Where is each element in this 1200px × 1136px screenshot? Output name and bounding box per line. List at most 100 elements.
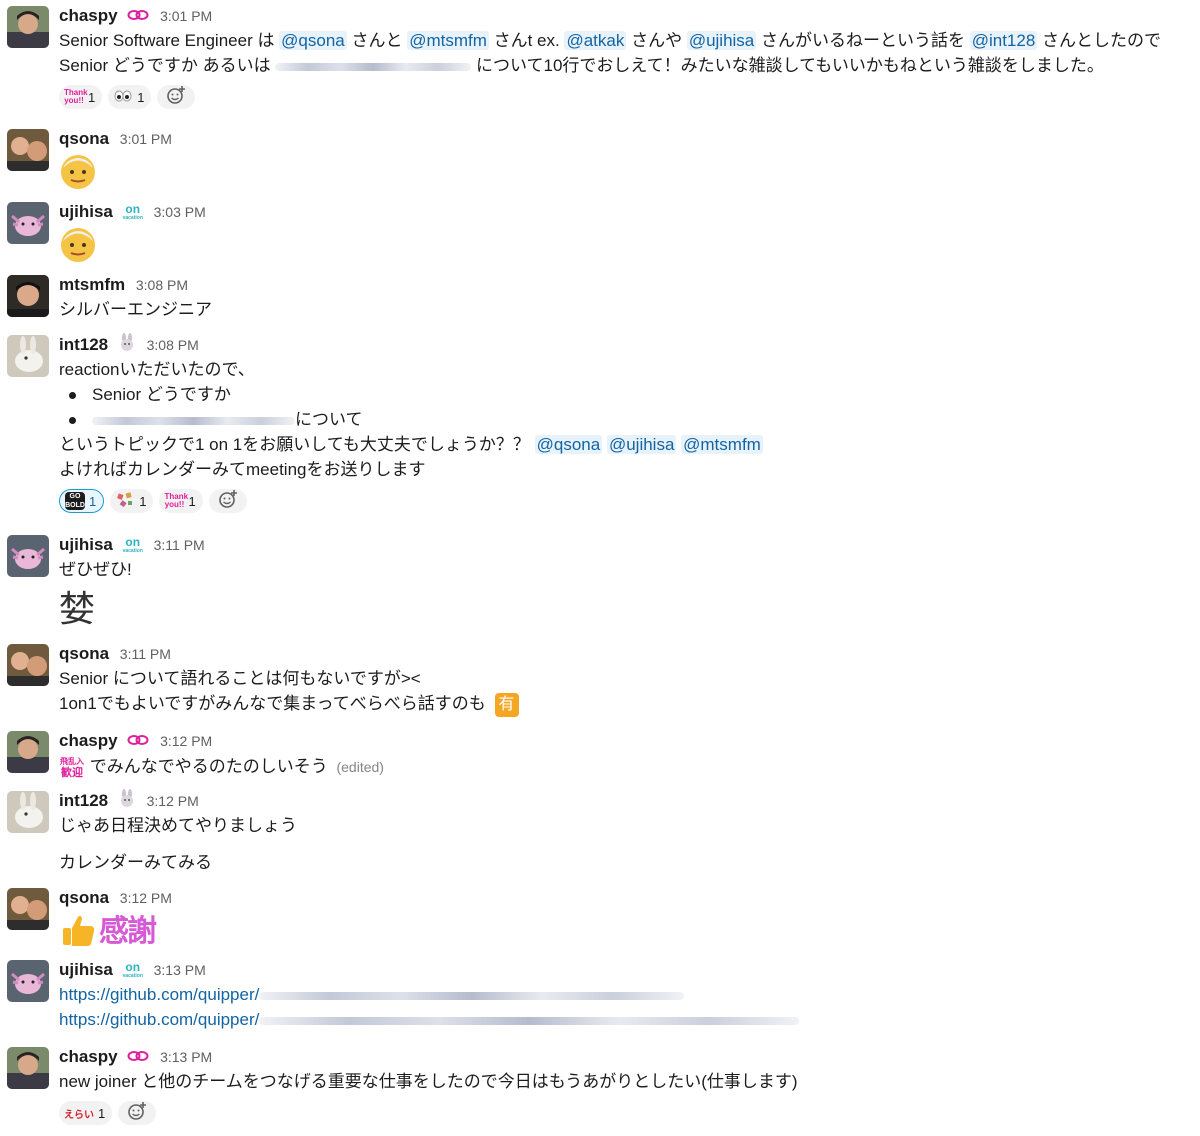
message-text-line: 飛乱入 歓迎 でみんなでやるのたのしいそう (edited) bbox=[60, 757, 384, 780]
celebrate-emoji bbox=[115, 491, 135, 512]
message-text-line: reactionいただいたので、 bbox=[59, 360, 255, 379]
thank-you-emoji: Thank you!! bbox=[164, 492, 189, 509]
add-reaction-button[interactable] bbox=[208, 489, 247, 514]
timestamp[interactable]: 3:13 PM bbox=[160, 1049, 212, 1065]
link-line: https://github.com/quipper/ bbox=[59, 1007, 1192, 1032]
timestamp[interactable]: 3:03 PM bbox=[154, 204, 206, 220]
reaction-bar: GO BOLD 1 1 Thank you!! 1 bbox=[59, 486, 1192, 516]
link-emoji-icon bbox=[127, 5, 149, 29]
username[interactable]: mtsmfm bbox=[59, 275, 125, 294]
emoji-row: 感謝 bbox=[59, 912, 1192, 952]
timestamp[interactable]: 3:08 PM bbox=[147, 337, 199, 353]
mention-qsona[interactable]: @qsona bbox=[279, 31, 347, 50]
message-text: シルバーエンジニア bbox=[59, 300, 212, 319]
timestamp[interactable]: 3:01 PM bbox=[160, 8, 212, 24]
mention-qsona[interactable]: @qsona bbox=[534, 435, 603, 454]
avatar-qsona[interactable] bbox=[7, 644, 49, 686]
message-text-line: よければカレンダーみてmeetingをお送りします bbox=[59, 460, 426, 479]
mention-mtsmfm[interactable]: @mtsmfm bbox=[407, 31, 489, 50]
message-text: new joiner と他のチームをつなげる重要な仕事をしたので今日はもうあがり… bbox=[59, 1072, 798, 1091]
username[interactable]: qsona bbox=[59, 129, 109, 148]
redacted-text bbox=[92, 416, 295, 425]
username[interactable]: chaspy bbox=[59, 6, 118, 25]
redacted-link bbox=[259, 1016, 800, 1025]
timestamp[interactable]: 3:12 PM bbox=[147, 793, 199, 809]
timestamp[interactable]: 3:12 PM bbox=[120, 890, 172, 906]
reaction-bar: えらい 1 bbox=[59, 1098, 1192, 1128]
kansha-emoji: 感謝 bbox=[99, 915, 157, 948]
message-text-line: Senior Software Engineer は @qsona さんと @m… bbox=[59, 31, 1162, 50]
reaction-erai[interactable]: えらい 1 bbox=[59, 1101, 113, 1125]
bullet-item: について bbox=[59, 407, 1192, 432]
message-text: ぜひぜひ! bbox=[59, 560, 132, 579]
link-line: https://github.com/quipper/ bbox=[59, 982, 1192, 1007]
message-text-line: Senior どうですか あるいは について10行でおしえて！みたいな雑談しても… bbox=[59, 56, 1104, 75]
thumbs-up-emoji bbox=[59, 911, 97, 954]
github-link[interactable]: https://github.com/quipper/ bbox=[59, 1010, 259, 1029]
timestamp[interactable]: 3:11 PM bbox=[154, 537, 205, 553]
reaction-thank-you[interactable]: Thank you!! 1 bbox=[59, 85, 103, 109]
redacted-text bbox=[275, 62, 472, 71]
reaction-go-bold[interactable]: GO BOLD 1 bbox=[59, 489, 105, 513]
avatar-qsona[interactable] bbox=[7, 888, 49, 930]
message-text-line: じゃあ日程決めてやりましょう bbox=[59, 816, 297, 835]
message-text-line: というトピックで1 on 1をお願いしても大丈夫でしょうか？？ @qsona @… bbox=[59, 435, 763, 454]
avatar-qsona[interactable] bbox=[7, 129, 49, 171]
on-vacation-icon: on vacation bbox=[122, 202, 143, 222]
mention-atkak[interactable]: @atkak bbox=[564, 31, 627, 50]
username[interactable]: int128 bbox=[59, 791, 108, 810]
message-text-line: カレンダーみてみる bbox=[59, 853, 212, 872]
mention-int128[interactable]: @int128 bbox=[969, 31, 1038, 50]
avatar-ujihisa[interactable] bbox=[7, 535, 49, 577]
timestamp[interactable]: 3:08 PM bbox=[136, 277, 188, 293]
username[interactable]: qsona bbox=[59, 888, 109, 907]
username[interactable]: ujihisa bbox=[59, 535, 113, 554]
add-reaction-icon bbox=[166, 85, 186, 110]
bullet-item: Senior どうですか bbox=[59, 382, 1192, 407]
avatar-chaspy[interactable] bbox=[7, 6, 49, 48]
timestamp[interactable]: 3:13 PM bbox=[154, 962, 206, 978]
rabbit-icon bbox=[118, 333, 136, 358]
username[interactable]: ujihisa bbox=[59, 960, 113, 979]
avatar-mtsmfm[interactable] bbox=[7, 275, 49, 317]
on-vacation-icon: on vacation bbox=[122, 960, 143, 980]
link-emoji-icon bbox=[127, 1046, 149, 1070]
message-text-line: Senior について語れることは何もないですが>< bbox=[59, 669, 421, 688]
avatar-ujihisa[interactable] bbox=[7, 202, 49, 244]
message-text-line: 1on1でもよいですがみんなで集まってべらべら話すのも 有 bbox=[59, 691, 1192, 717]
add-reaction-icon bbox=[127, 1101, 147, 1126]
reaction-thank-you[interactable]: Thank you!! 1 bbox=[159, 489, 203, 513]
timestamp[interactable]: 3:12 PM bbox=[160, 733, 212, 749]
handwritten-sticker: 婪 bbox=[59, 589, 96, 630]
username[interactable]: qsona bbox=[59, 644, 109, 663]
username[interactable]: ujihisa bbox=[59, 202, 113, 221]
avatar-ujihisa[interactable] bbox=[7, 960, 49, 1002]
go-bold-emoji: GO BOLD bbox=[65, 492, 85, 510]
username[interactable]: int128 bbox=[59, 335, 108, 354]
erai-emoji: えらい bbox=[64, 1109, 94, 1121]
timestamp[interactable]: 3:11 PM bbox=[120, 646, 171, 662]
mention-ujihisa[interactable]: @ujihisa bbox=[686, 31, 757, 50]
reaction-celebrate[interactable]: 1 bbox=[110, 489, 154, 513]
username[interactable]: chaspy bbox=[59, 731, 118, 750]
reaction-bar: Thank you!! 1 1 bbox=[59, 82, 1192, 112]
avatar-chaspy[interactable] bbox=[7, 731, 49, 773]
avatar-chaspy[interactable] bbox=[7, 1047, 49, 1089]
older-man-emoji bbox=[59, 153, 1192, 193]
github-link[interactable]: https://github.com/quipper/ bbox=[59, 985, 259, 1004]
on-vacation-icon: on vacation bbox=[122, 535, 143, 555]
username[interactable]: chaspy bbox=[59, 1047, 118, 1066]
mention-mtsmfm[interactable]: @mtsmfm bbox=[681, 435, 763, 454]
thank-you-emoji: Thank you!! bbox=[64, 88, 88, 105]
older-man-emoji bbox=[59, 226, 1192, 266]
avatar-int128[interactable] bbox=[7, 335, 49, 377]
timestamp[interactable]: 3:01 PM bbox=[120, 131, 172, 147]
avatar-int128[interactable] bbox=[7, 791, 49, 833]
reaction-eyes[interactable]: 1 bbox=[108, 85, 152, 109]
add-reaction-button[interactable] bbox=[157, 85, 196, 110]
add-reaction-icon bbox=[218, 489, 238, 514]
edited-label: (edited) bbox=[336, 759, 384, 775]
add-reaction-button[interactable] bbox=[118, 1101, 157, 1126]
mention-ujihisa[interactable]: @ujihisa bbox=[606, 435, 677, 454]
redacted-link bbox=[259, 991, 685, 1000]
